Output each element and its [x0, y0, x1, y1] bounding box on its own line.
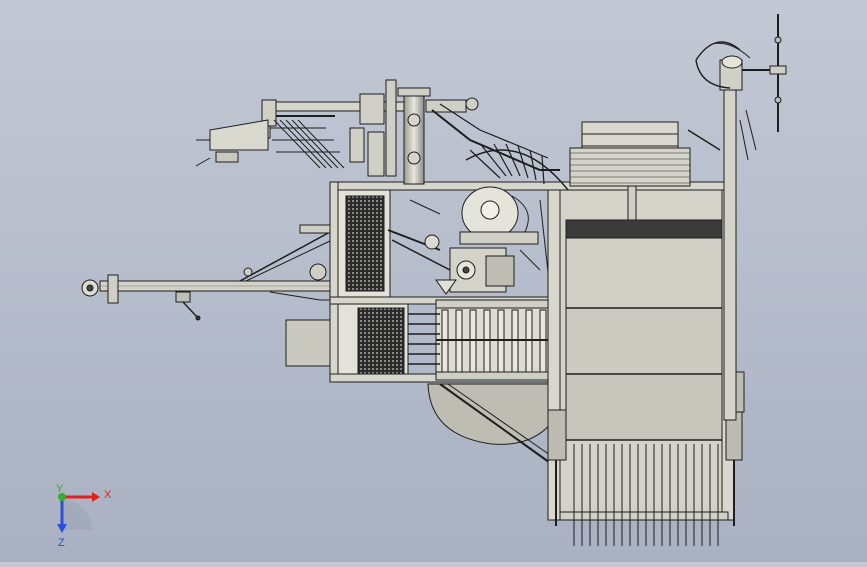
drawbar: [81, 231, 333, 321]
triad-plane: [62, 500, 92, 530]
machine-assembly: [81, 14, 787, 546]
conveyor-hopper: [547, 189, 743, 521]
tine-bank: [408, 299, 561, 381]
cad-model-view[interactable]: X Y Z: [0, 0, 867, 562]
lower-disc: [427, 383, 561, 471]
y-axis-label: Y: [56, 483, 64, 495]
upper-arm: [195, 93, 413, 177]
rake-tines: [270, 119, 345, 169]
x-axis-label: X: [104, 489, 112, 501]
axis-triad: X Y Z: [56, 483, 112, 549]
x-axis-arrowhead: [92, 492, 100, 502]
z-axis-label: Z: [58, 537, 65, 549]
cad-viewport[interactable]: X Y Z: [0, 0, 867, 562]
pulley-cluster: [387, 186, 551, 295]
